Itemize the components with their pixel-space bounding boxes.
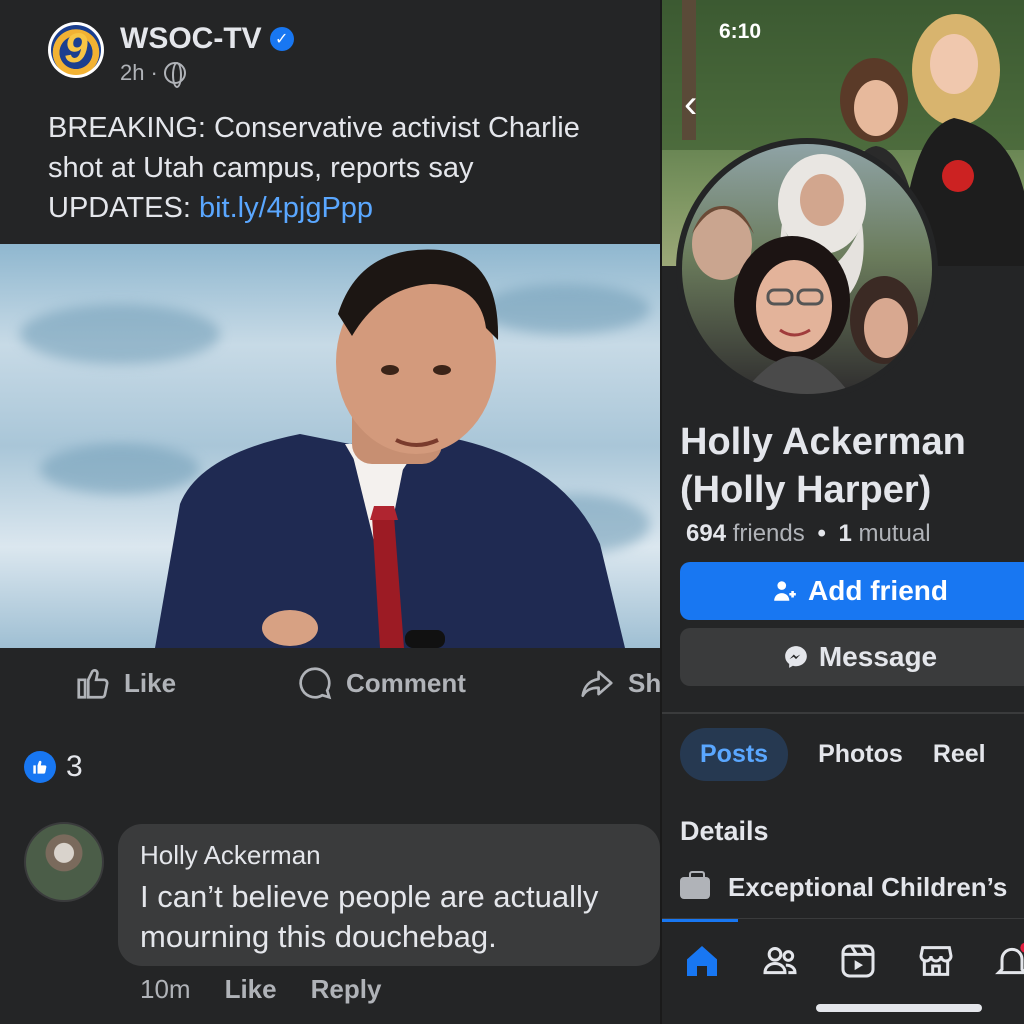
- page-name[interactable]: WSOC-TV: [120, 22, 262, 56]
- home-indicator-bar[interactable]: [816, 1004, 982, 1012]
- post-link[interactable]: bit.ly/4pjgPpp: [199, 192, 373, 224]
- logo-glyph: 9: [64, 24, 88, 71]
- video-icon[interactable]: [838, 941, 878, 981]
- profile-name: Holly Ackerman (Holly Harper): [680, 418, 966, 514]
- post-photo[interactable]: [0, 244, 660, 648]
- tab-posts[interactable]: Posts: [680, 728, 789, 781]
- post-header: 9 WSOC-TV ✓ 2h ·: [48, 22, 294, 88]
- comment-like-button[interactable]: Like: [225, 974, 277, 1005]
- add-person-icon: [774, 581, 796, 601]
- post-header-text: WSOC-TV ✓ 2h ·: [120, 22, 294, 88]
- friends-bullet: •: [817, 520, 826, 547]
- like-button[interactable]: Like: [74, 664, 176, 702]
- meta-separator: ·: [150, 60, 158, 85]
- post-text: BREAKING: Conservative activist Charlie …: [48, 108, 660, 228]
- profile-name-line-2: (Holly Harper): [680, 469, 932, 511]
- like-reaction-icon: [24, 751, 56, 783]
- nav-active-indicator: [662, 919, 738, 922]
- comment-text: I can’t believe people are actually mour…: [140, 877, 638, 957]
- tab-reels[interactable]: Reel: [933, 740, 986, 769]
- status-bar-time: 6:10: [718, 20, 762, 43]
- comment-reply-button[interactable]: Reply: [311, 974, 382, 1005]
- friends-summary[interactable]: 694 friends • 1 mutual: [686, 520, 931, 548]
- post-text-line-1: BREAKING: Conservative activist Charlie: [48, 112, 580, 144]
- comment-author[interactable]: Holly Ackerman: [140, 840, 638, 871]
- message-button[interactable]: Message: [680, 628, 1024, 686]
- add-friend-label: Add friend: [808, 575, 948, 606]
- verified-badge-icon: ✓: [269, 27, 294, 51]
- post-actions: Like Comment Sh: [0, 664, 660, 712]
- tab-photos[interactable]: Photos: [818, 740, 903, 769]
- add-friend-button[interactable]: Add friend: [680, 562, 1024, 620]
- home-icon[interactable]: [682, 941, 722, 981]
- mutual-count: 1: [838, 520, 852, 547]
- page-name-row: WSOC-TV ✓: [120, 22, 294, 56]
- updates-prefix: UPDATES:: [48, 192, 199, 224]
- share-label: Sh: [628, 667, 660, 698]
- detail-work-text: Exceptional Children’s: [728, 872, 1008, 902]
- comment-bubble-icon: [299, 667, 332, 700]
- post-meta: 2h ·: [120, 60, 294, 88]
- friends-label: friends: [732, 520, 805, 547]
- notifications-bell-icon[interactable]: [992, 941, 1024, 981]
- mutual-label: mutual: [858, 520, 931, 547]
- briefcase-icon: [680, 870, 710, 899]
- comment-bubble: Holly Ackerman I can’t believe people ar…: [118, 824, 660, 966]
- message-label: Message: [818, 641, 938, 672]
- detail-work-row[interactable]: Exceptional Children’s: [680, 870, 1008, 903]
- wsoc-logo[interactable]: 9: [48, 22, 104, 78]
- post-time[interactable]: 2h: [120, 60, 144, 86]
- facebook-post-panel: 9 WSOC-TV ✓ 2h · BREAKING: Conservative …: [0, 0, 660, 1024]
- details-heading: Details: [680, 816, 769, 846]
- comment-text-line-2: mourning this douchebag.: [140, 919, 497, 954]
- comment-label: Comment: [346, 667, 466, 698]
- comment-meta: 10m Like Reply: [140, 974, 381, 1005]
- friends-count: 694: [686, 520, 727, 547]
- profile-picture[interactable]: [676, 138, 938, 400]
- profile-panel: 6:10 ‹ Holly Ackerman (Holly Harper) 694…: [660, 0, 1024, 1024]
- globe-icon: [163, 62, 186, 88]
- thumbs-up-icon: [77, 669, 109, 699]
- share-arrow-icon: [581, 670, 613, 698]
- profile-tabs: Posts Photos Reel: [680, 728, 986, 781]
- messenger-icon: [785, 646, 807, 668]
- profile-name-line-1: Holly Ackerman: [680, 421, 966, 463]
- profile-picture-image: [682, 144, 932, 394]
- marketplace-icon[interactable]: [916, 941, 956, 981]
- reaction-count: 3: [66, 750, 83, 783]
- post-text-line-3: UPDATES: bit.ly/4pjgPpp: [48, 188, 660, 228]
- comment-time: 10m: [140, 974, 191, 1004]
- section-divider: [662, 712, 1024, 714]
- friends-icon[interactable]: [760, 941, 800, 981]
- back-chevron-icon[interactable]: ‹: [684, 82, 697, 127]
- comment-button[interactable]: Comment: [296, 664, 466, 702]
- share-button[interactable]: Sh: [578, 664, 660, 702]
- speaker-figure: [155, 249, 625, 648]
- commenter-avatar[interactable]: [24, 822, 104, 902]
- comment-text-line-1: I can’t believe people are actually: [140, 879, 599, 914]
- post-text-line-2: shot at Utah campus, reports say: [48, 152, 474, 184]
- like-label: Like: [124, 667, 177, 698]
- reaction-summary[interactable]: 3: [24, 750, 83, 784]
